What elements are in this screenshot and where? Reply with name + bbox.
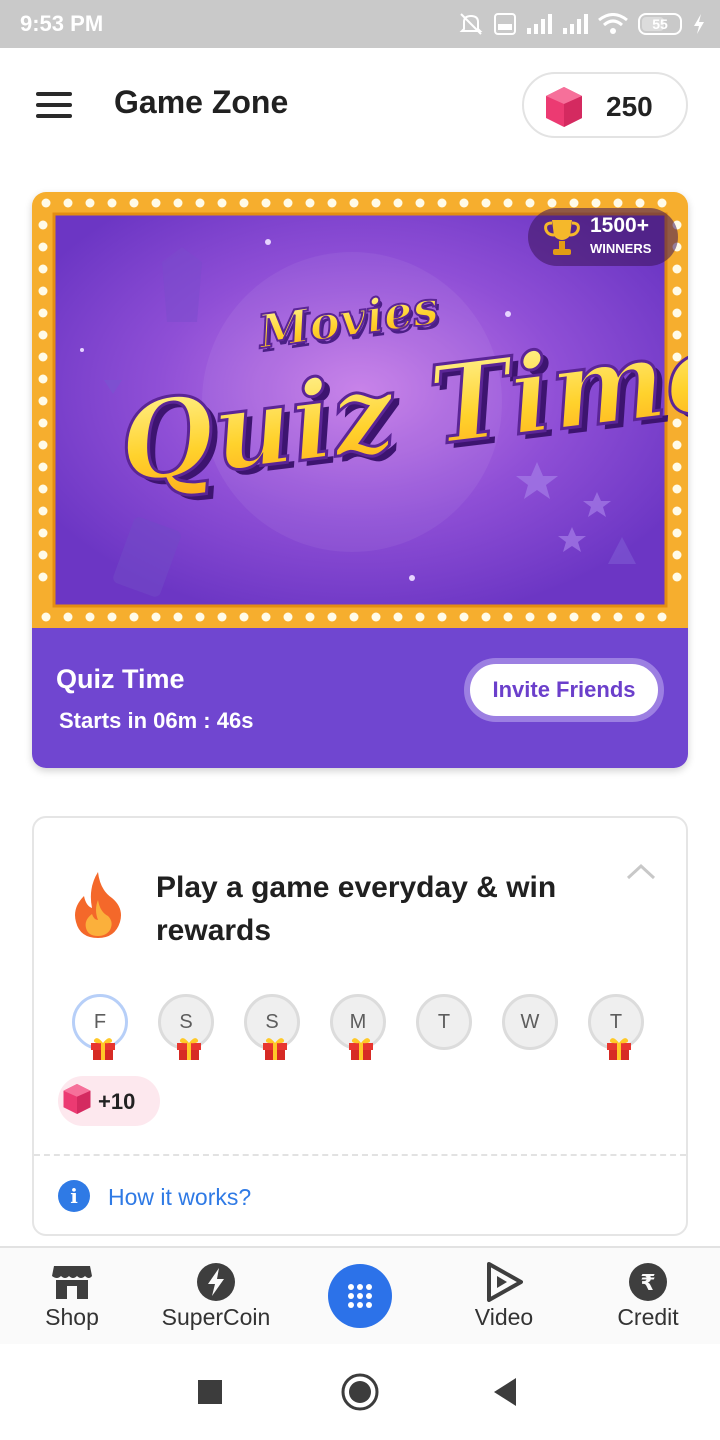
nav-label-shop: Shop (45, 1304, 99, 1330)
bottom-nav: Shop SuperCoin Video ₹ Credit (0, 1246, 720, 1344)
day-circle: F (72, 994, 128, 1060)
day-label: T (609, 1010, 623, 1033)
rupee-credit-icon: ₹ (628, 1262, 668, 1307)
gift-icon (175, 1035, 203, 1067)
status-bar: 9:53 PM 55 (0, 0, 720, 48)
app-header: Game Zone 250 (0, 48, 720, 164)
day-circle: T (416, 994, 472, 1050)
day-circle: S (244, 994, 300, 1060)
trophy-icon (542, 216, 582, 265)
signal-icon (562, 13, 588, 35)
quiz-banner[interactable]: Movies Movies Quiz Time Quiz Time 1500+ … (32, 192, 688, 628)
day-circle: S (158, 994, 214, 1060)
status-time: 9:53 PM (20, 11, 104, 36)
nav-item-video[interactable]: Video (434, 1256, 574, 1342)
weekday-row: FSSMTWT (72, 994, 662, 1074)
home-button[interactable] (340, 1372, 380, 1417)
gift-icon (89, 1035, 117, 1067)
quiz-name: Quiz Time (56, 664, 185, 694)
fire-icon (70, 870, 126, 945)
daily-rewards-card: Play a game everyday & win rewards F S S M T… (32, 816, 688, 1236)
signal-icon (526, 13, 552, 35)
volte-icon (494, 13, 516, 35)
quiz-timer: Starts in 06m : 46s (59, 708, 254, 733)
day-circle: W (502, 994, 558, 1050)
battery-icon: 55 (638, 13, 682, 35)
status-icons: 55 (458, 10, 706, 38)
day-label: S (265, 1010, 279, 1033)
charging-icon (692, 13, 706, 35)
day-label: S (179, 1010, 193, 1033)
system-nav-bar (0, 1344, 720, 1440)
nav-item-credit[interactable]: ₹ Credit (578, 1256, 718, 1342)
chevron-up-icon[interactable] (626, 862, 656, 887)
gem-balance-button[interactable]: 250 (522, 72, 688, 138)
page-title: Game Zone (114, 84, 289, 120)
games-grid-icon (348, 1284, 372, 1308)
nav-label-credit: Credit (617, 1304, 679, 1330)
rewards-title: Play a game everyday & win rewards (156, 871, 557, 947)
quiz-footer: Quiz Time Starts in 06m : 46s Invite Fri… (32, 628, 688, 768)
nav-item-shop[interactable]: Shop (2, 1256, 142, 1342)
how-it-works-link[interactable]: How it works? (108, 1184, 251, 1211)
wifi-icon (598, 13, 628, 35)
back-button[interactable] (494, 1378, 518, 1411)
invite-friends-button[interactable]: Invite Friends (464, 658, 664, 722)
video-icon (485, 1262, 523, 1307)
gem-icon (62, 1082, 92, 1121)
dashed-divider (34, 1154, 686, 1156)
nav-label-video: Video (474, 1304, 534, 1330)
shop-icon (51, 1262, 93, 1305)
gem-icon (544, 86, 584, 133)
quiz-card[interactable]: Movies Movies Quiz Time Quiz Time 1500+ … (32, 192, 688, 768)
info-icon[interactable]: i (58, 1180, 90, 1212)
nav-label-supercoin: SuperCoin (161, 1304, 271, 1330)
winners-count: 1500+ (590, 214, 649, 237)
supercoin-icon (196, 1262, 236, 1307)
gem-count: 250 (606, 91, 653, 122)
day-label: M (349, 1010, 367, 1033)
nav-item-supercoin[interactable]: SuperCoin (146, 1256, 286, 1342)
day-label: F (93, 1010, 107, 1033)
svg-text:₹: ₹ (640, 1271, 655, 1296)
day-circle: T (588, 994, 644, 1060)
mute-icon (458, 11, 484, 37)
winners-label: WINNERS (590, 241, 652, 256)
hamburger-menu-icon[interactable] (36, 92, 76, 122)
gift-icon (347, 1035, 375, 1067)
recents-button[interactable] (198, 1380, 222, 1409)
gift-icon (605, 1035, 633, 1067)
day-label: W (520, 1010, 540, 1033)
reward-badge: +10 (58, 1076, 160, 1126)
day-circle: M (330, 994, 386, 1060)
day-label: T (437, 1010, 451, 1033)
games-grid-button[interactable] (328, 1264, 392, 1328)
gift-icon (261, 1035, 289, 1067)
reward-amount: +10 (98, 1089, 136, 1114)
winners-badge: 1500+ WINNERS (528, 208, 678, 266)
